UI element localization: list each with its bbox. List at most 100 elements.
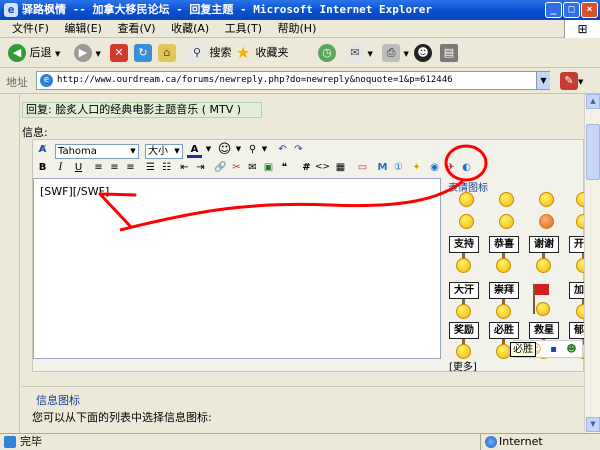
translate-icon: ✎ bbox=[560, 72, 578, 90]
sign-board-text: 支持 bbox=[449, 236, 479, 253]
remove-link-icon[interactable]: ✂ bbox=[229, 160, 244, 175]
search-button[interactable]: ⚲ 搜索 bbox=[188, 42, 232, 64]
flash-swf-icon[interactable]: ✈ bbox=[443, 160, 458, 175]
smilie-sign[interactable]: 崇拜 bbox=[488, 282, 520, 320]
smilie-angry-icon[interactable] bbox=[539, 214, 554, 229]
smilie-happy-icon[interactable] bbox=[459, 214, 474, 229]
align-right-icon[interactable]: ≡ bbox=[123, 160, 138, 175]
history-button[interactable]: ◷ bbox=[318, 42, 336, 64]
highlight-icon[interactable]: ✦ bbox=[409, 160, 424, 175]
smilie-sign[interactable]: 加油 bbox=[568, 282, 585, 320]
menu-view[interactable]: 查看(V) bbox=[111, 20, 161, 38]
table-icon[interactable]: ▭ bbox=[355, 160, 370, 175]
go-button[interactable]: ✎ ▼ bbox=[560, 70, 583, 90]
scroll-down-arrow[interactable]: ▼ bbox=[586, 417, 600, 432]
smilie-sign[interactable]: 支持 bbox=[448, 236, 480, 274]
sign-board-text: 必胜 bbox=[489, 322, 519, 339]
code-icon[interactable]: <> bbox=[315, 160, 330, 175]
font-select[interactable]: Tahoma ▼ bbox=[55, 144, 139, 159]
globe-icon[interactable]: ◉ bbox=[427, 160, 442, 175]
forward-button[interactable]: ▶ ▼ bbox=[74, 42, 101, 64]
home-button[interactable]: ⌂ bbox=[158, 42, 176, 64]
title-bar: e 驿路枫情 -- 加拿大移民论坛 - 回复主题 - Microsoft Int… bbox=[0, 0, 600, 20]
smilie-grin-icon[interactable] bbox=[499, 192, 514, 207]
menu-edit[interactable]: 编辑(E) bbox=[58, 20, 108, 38]
close-button[interactable]: × bbox=[581, 2, 598, 18]
media-icon[interactable]: M bbox=[375, 160, 390, 175]
hash-icon[interactable]: # bbox=[299, 160, 314, 175]
insert-image-icon[interactable]: ▣ bbox=[261, 160, 276, 175]
sign-board-text: 郁闷 bbox=[569, 322, 585, 339]
menu-favorites[interactable]: 收藏(A) bbox=[165, 20, 215, 38]
reply-title-field[interactable]: 回复: 脍炙人口的经典电影主题音乐 ( MTV ) bbox=[22, 102, 262, 118]
refresh-button[interactable]: ↻ bbox=[134, 42, 152, 64]
bold-icon[interactable]: B bbox=[35, 160, 50, 175]
align-center-icon[interactable]: ≡ bbox=[107, 160, 122, 175]
favorites-button[interactable]: ★ 收藏夹 bbox=[234, 42, 289, 64]
undo-icon[interactable]: ↶ bbox=[275, 142, 290, 157]
message-textarea[interactable]: [SWF][/SWF] bbox=[33, 178, 441, 359]
smilie-sign[interactable]: 开心 bbox=[568, 236, 585, 274]
ordered-list-icon[interactable]: ☰ bbox=[143, 160, 158, 175]
help-icon[interactable]: ◐ bbox=[459, 160, 474, 175]
chevron-down-icon[interactable]: ▼ bbox=[231, 142, 246, 157]
email-link-icon[interactable]: ✉ bbox=[245, 160, 260, 175]
print-icon: ⎙ bbox=[382, 44, 400, 62]
indent-icon[interactable]: ⇥ bbox=[193, 160, 208, 175]
chevron-down-icon[interactable]: ▼ bbox=[257, 142, 272, 157]
save-icon[interactable]: ▪ bbox=[546, 342, 561, 357]
vertical-scrollbar[interactable]: ▲ ▼ bbox=[584, 94, 600, 433]
back-button[interactable]: ◀ 后退 ▼ bbox=[8, 42, 60, 64]
menu-tools[interactable]: 工具(T) bbox=[219, 20, 268, 38]
smilie-sign[interactable]: 奖励 bbox=[448, 322, 480, 360]
text-color-icon[interactable]: A bbox=[187, 142, 202, 158]
status-bar: 完毕 Internet bbox=[0, 433, 600, 450]
size-select-value: 大小 bbox=[148, 146, 168, 157]
smilie-flag-icon[interactable] bbox=[533, 284, 551, 318]
standard-toolbar: ◀ 后退 ▼ ▶ ▼ ✕ ↻ ⌂ ⚲ 搜索 ★ 收藏夹 ◷ ✉ ▼ ⎙ ▼ ☻ … bbox=[0, 38, 600, 68]
smilie-sign[interactable]: 大汗 bbox=[448, 282, 480, 320]
menu-file[interactable]: 文件(F) bbox=[6, 20, 55, 38]
sign-board-text: 大汗 bbox=[449, 282, 479, 299]
history-icon: ◷ bbox=[318, 44, 336, 62]
scroll-up-arrow[interactable]: ▲ bbox=[586, 94, 600, 109]
info-icon[interactable]: ① bbox=[391, 160, 406, 175]
smilie-icon[interactable]: ☺ bbox=[217, 142, 232, 157]
underline-icon[interactable]: U bbox=[71, 160, 86, 175]
address-input[interactable]: e http://www.ourdream.ca/forums/newreply… bbox=[36, 71, 550, 90]
address-dropdown-arrow[interactable]: ▼ bbox=[536, 72, 550, 89]
align-left-icon[interactable]: ≡ bbox=[91, 160, 106, 175]
page-done-icon bbox=[4, 436, 16, 448]
scroll-thumb[interactable] bbox=[586, 124, 600, 180]
more-smilies-link[interactable]: [更多] bbox=[449, 358, 477, 373]
menu-bar: 文件(F) 编辑(E) 查看(V) 收藏(A) 工具(T) 帮助(H) ⊞ bbox=[0, 20, 600, 38]
maximize-button[interactable]: □ bbox=[563, 2, 580, 18]
message-text: [SWF][/SWF] bbox=[40, 185, 110, 198]
quote-icon[interactable]: ❝ bbox=[277, 160, 292, 175]
user-icon[interactable]: ☻ bbox=[564, 342, 579, 357]
editor-toolbar-row-1: A̸ Tahoma ▼ 大小 ▼ A ▼ ☺ ▼ ⚲ ▼ ↶ ↷ bbox=[35, 142, 583, 160]
favorites-label: 收藏夹 bbox=[255, 46, 289, 59]
stop-button[interactable]: ✕ bbox=[110, 42, 128, 64]
menu-help[interactable]: 帮助(H) bbox=[272, 20, 323, 38]
unordered-list-icon[interactable]: ☷ bbox=[159, 160, 174, 175]
remove-format-icon[interactable]: A̸ bbox=[35, 142, 50, 157]
mail-button[interactable]: ✉ ▼ bbox=[346, 42, 373, 64]
chevron-down-icon[interactable]: ▼ bbox=[201, 142, 216, 157]
size-select[interactable]: 大小 ▼ bbox=[145, 144, 183, 159]
smilie-smile-icon[interactable] bbox=[459, 192, 474, 207]
smilie-laugh-icon[interactable] bbox=[499, 214, 514, 229]
insert-link-icon[interactable]: 🔗 bbox=[213, 160, 228, 175]
html-icon[interactable]: ▦ bbox=[333, 160, 348, 175]
outdent-icon[interactable]: ⇤ bbox=[177, 160, 192, 175]
redo-icon[interactable]: ↷ bbox=[291, 142, 306, 157]
print-button[interactable]: ⎙ ▼ bbox=[382, 42, 409, 64]
page-content: 回复: 脍炙人口的经典电影主题音乐 ( MTV ) 信息: A̸ Tahoma ▼… bbox=[0, 94, 591, 433]
qq-button[interactable]: ☻ bbox=[414, 42, 432, 64]
smilie-wink-icon[interactable] bbox=[539, 192, 554, 207]
italic-icon[interactable]: I bbox=[53, 160, 68, 175]
smilie-sign[interactable]: 谢谢 bbox=[528, 236, 560, 274]
minimize-button[interactable]: _ bbox=[545, 2, 562, 18]
research-button[interactable]: ▤ bbox=[440, 42, 458, 64]
smilie-sign[interactable]: 恭喜 bbox=[488, 236, 520, 274]
